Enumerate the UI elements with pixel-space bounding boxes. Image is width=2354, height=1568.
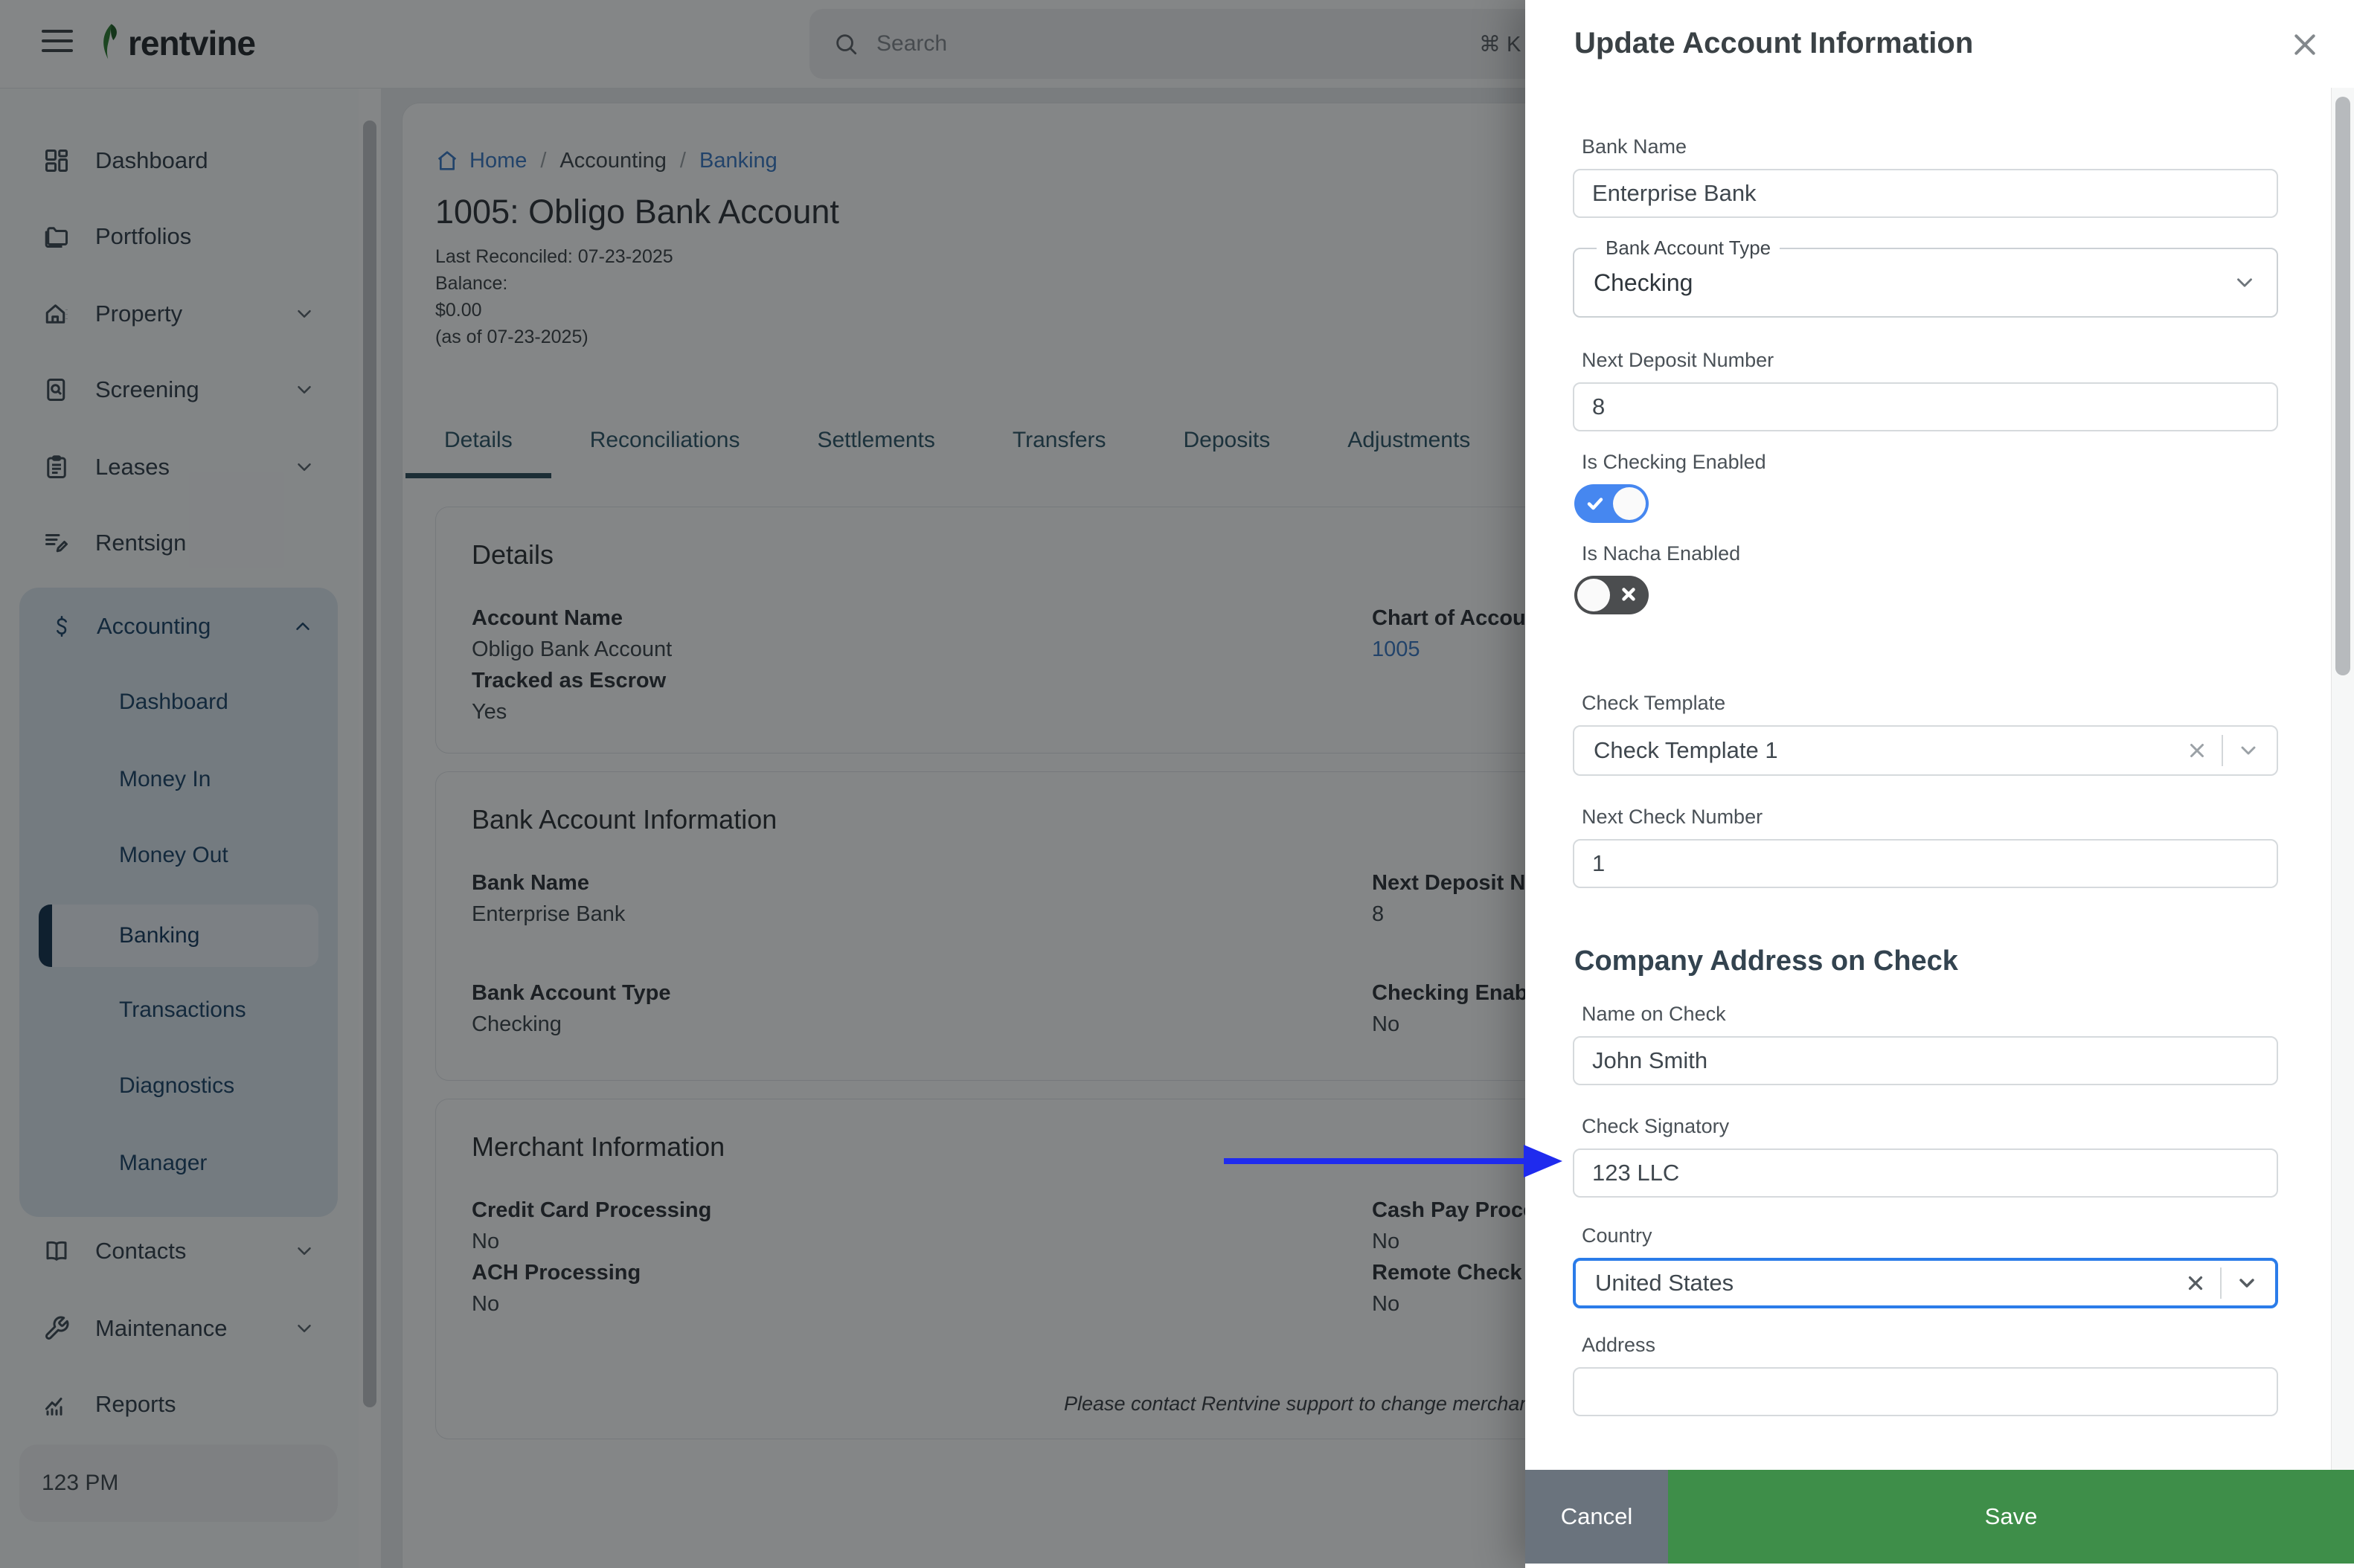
bank-name-group: Bank Name	[1573, 135, 2278, 218]
select-divider	[2220, 1267, 2222, 1299]
is-nacha-enabled-toggle[interactable]	[1574, 576, 1649, 614]
save-button[interactable]: Save	[1668, 1470, 2354, 1564]
next-check-group: Next Check Number	[1573, 806, 2278, 888]
address-input[interactable]	[1573, 1367, 2278, 1416]
country-group: Country United States	[1573, 1224, 2278, 1308]
check-template-group: Check Template Check Template 1	[1573, 692, 2278, 776]
close-icon[interactable]	[2289, 28, 2321, 61]
drawer-footer: Cancel Save	[1525, 1470, 2354, 1564]
select-divider	[2222, 735, 2223, 766]
address-group: Address	[1573, 1334, 2278, 1416]
bank-account-type-select[interactable]: Bank Account Type Checking	[1573, 237, 2278, 318]
name-on-check-group: Name on Check	[1573, 1003, 2278, 1085]
check-template-select[interactable]: Check Template 1	[1573, 725, 2278, 776]
drawer-scrollbar	[2331, 88, 2354, 1470]
clear-icon[interactable]	[2186, 739, 2208, 762]
is-checking-enabled-toggle[interactable]	[1574, 484, 1649, 523]
next-deposit-group: Next Deposit Number	[1573, 349, 2278, 431]
drawer-header: Update Account Information	[1525, 0, 2354, 88]
app-root: rentvine ⌘ K Dashboard Portfolios Proper…	[0, 0, 2354, 1568]
next-check-input[interactable]	[1573, 839, 2278, 888]
bank-account-type-group: Bank Account Type Checking	[1573, 237, 2278, 318]
is-checking-enabled-group: Is Checking Enabled	[1573, 451, 2278, 523]
company-address-heading: Company Address on Check	[1574, 945, 1958, 977]
chevron-down-icon	[2237, 278, 2252, 287]
is-nacha-enabled-group: Is Nacha Enabled	[1573, 542, 2278, 614]
check-signatory-input[interactable]	[1573, 1148, 2278, 1198]
name-on-check-input[interactable]	[1573, 1036, 2278, 1085]
next-deposit-input[interactable]	[1573, 382, 2278, 431]
toggle-knob	[1613, 487, 1646, 520]
drawer-scrollbar-thumb[interactable]	[2335, 97, 2350, 675]
chevron-down-icon	[2241, 746, 2256, 755]
drawer-body: Bank Name Bank Account Type Checking Nex…	[1573, 88, 2278, 1470]
clear-icon[interactable]	[2184, 1272, 2207, 1294]
chevron-down-icon	[2239, 1279, 2254, 1288]
check-signatory-group: Check Signatory	[1573, 1115, 2278, 1198]
drawer-title: Update Account Information	[1574, 27, 1974, 60]
update-account-drawer: Update Account Information Bank Name Ban…	[1525, 0, 2354, 1568]
toggle-knob	[1577, 579, 1610, 611]
x-icon	[1620, 586, 1637, 606]
country-select[interactable]: United States	[1573, 1258, 2278, 1308]
check-icon	[1586, 495, 1604, 516]
cancel-button[interactable]: Cancel	[1525, 1470, 1668, 1564]
bank-name-input[interactable]	[1573, 169, 2278, 218]
